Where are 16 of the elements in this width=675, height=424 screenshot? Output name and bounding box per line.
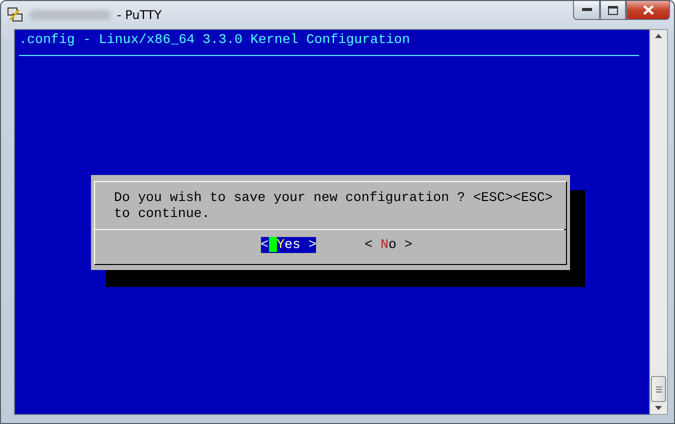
maximize-icon[interactable] [608, 6, 618, 14]
up-arrow-icon[interactable] [655, 34, 662, 38]
window-title: - PuTTY [117, 8, 162, 22]
maximize-button[interactable] [600, 1, 626, 20]
scrollbar[interactable] [650, 29, 668, 415]
close-icon[interactable] [642, 5, 654, 15]
close-button[interactable] [626, 1, 670, 20]
minimize-button[interactable] [573, 1, 600, 20]
dialog-option[interactable]: < No > [364, 237, 412, 253]
dialog-option[interactable]: < Yes > [260, 237, 316, 253]
minimize-icon[interactable] [582, 8, 592, 12]
app-icon [7, 7, 23, 23]
dialog-message: Do you wish to save your new configuration ? <ESC><ESC> to continue. [113, 189, 554, 221]
config-title: .config - Linux/x86_64 3.3.0 Kernel Configuration [18, 31, 411, 48]
scroll-thumb[interactable] [651, 376, 666, 402]
down-arrow-icon[interactable] [655, 406, 662, 410]
